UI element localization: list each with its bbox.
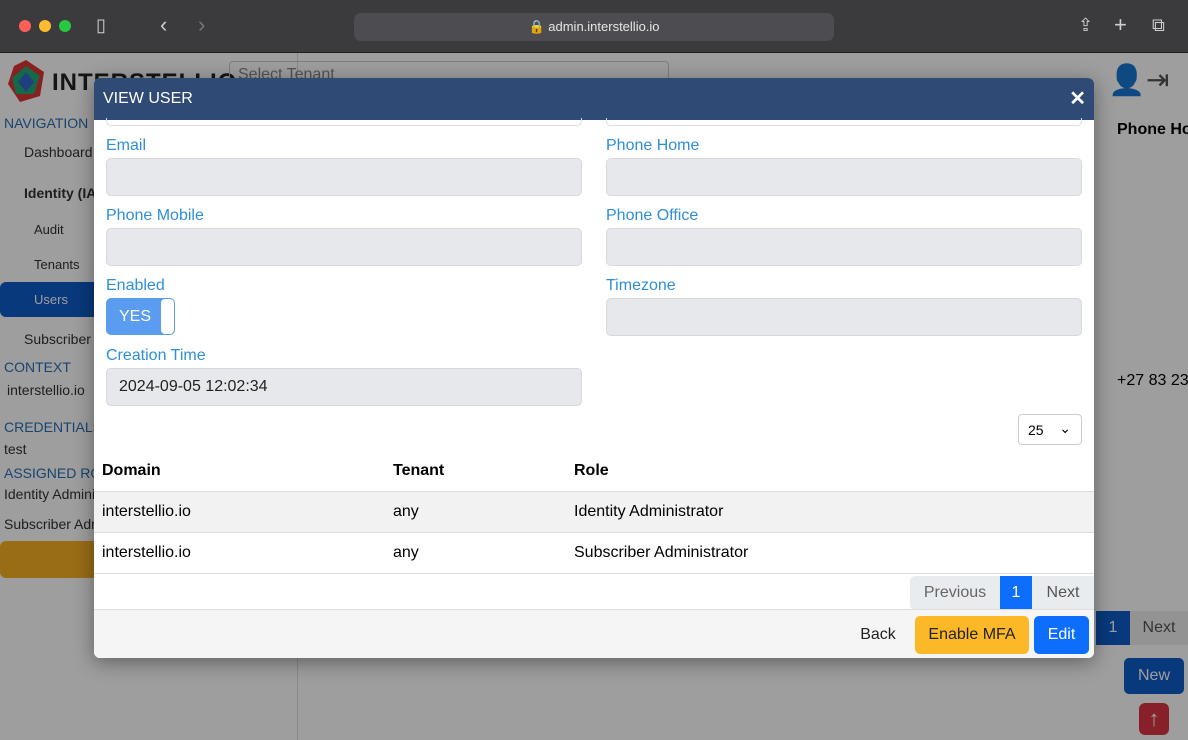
table-row[interactable]: interstellio.io any Identity Administrat… xyxy=(94,491,1094,533)
sidebar-toggle-icon[interactable]: ▯ xyxy=(96,15,106,36)
input-field-partial xyxy=(606,118,1082,126)
enabled-toggle[interactable]: YES xyxy=(106,298,175,335)
tenant-cell: any xyxy=(385,532,566,574)
enabled-label: Enabled xyxy=(106,277,165,294)
close-window-button[interactable] xyxy=(19,20,31,32)
table-row[interactable]: interstellio.io any Subscriber Administr… xyxy=(94,532,1094,574)
phone-office-field[interactable] xyxy=(606,228,1082,266)
enable-mfa-button[interactable]: Enable MFA xyxy=(915,616,1029,654)
phone-home-field[interactable] xyxy=(606,158,1082,196)
role-cell: Identity Administrator xyxy=(566,491,1094,533)
modal-footer: Back Enable MFA Edit xyxy=(94,609,1094,658)
maximize-window-button[interactable] xyxy=(59,20,71,32)
input-field-partial xyxy=(106,118,582,126)
url-text: admin.interstellio.io xyxy=(548,19,660,34)
back-button[interactable]: Back xyxy=(846,616,910,654)
chevron-down-icon: ⌄ xyxy=(1059,420,1071,436)
modal-header: VIEW USER ✕ xyxy=(94,78,1094,120)
modal-title: VIEW USER xyxy=(103,90,193,107)
table-header-row: Domain Tenant Role xyxy=(94,451,1094,492)
column-header-domain: Domain xyxy=(94,451,385,492)
page-size-value: 25 xyxy=(1028,422,1044,438)
email-field[interactable] xyxy=(106,158,582,196)
column-header-role: Role xyxy=(566,451,1094,492)
new-tab-icon[interactable]: + xyxy=(1114,12,1127,38)
domain-cell: interstellio.io xyxy=(94,532,385,574)
edit-button[interactable]: Edit xyxy=(1034,616,1089,654)
forward-nav-icon[interactable]: › xyxy=(198,12,205,38)
timezone-field[interactable] xyxy=(606,298,1082,336)
address-bar[interactable]: 🔒 admin.interstellio.io xyxy=(354,13,834,41)
previous-page-button[interactable]: Previous xyxy=(910,576,1000,610)
phone-mobile-label: Phone Mobile xyxy=(106,207,204,224)
back-nav-icon[interactable]: ‹ xyxy=(160,12,167,38)
role-cell: Subscriber Administrator xyxy=(566,532,1094,574)
creation-time-label: Creation Time xyxy=(106,347,206,364)
next-page-button[interactable]: Next xyxy=(1032,576,1094,610)
creation-time-field[interactable]: 2024-09-05 12:02:34 xyxy=(106,368,582,406)
page-1-button[interactable]: 1 xyxy=(1000,576,1032,610)
toggle-knob xyxy=(161,299,174,334)
timezone-label: Timezone xyxy=(606,277,676,294)
domain-cell: interstellio.io xyxy=(94,491,385,533)
phone-mobile-field[interactable] xyxy=(106,228,582,266)
toggle-text: YES xyxy=(119,308,152,325)
browser-toolbar: ▯ ‹ › 🔒 admin.interstellio.io ⇪ + ⧉ xyxy=(0,0,1188,53)
email-label: Email xyxy=(106,137,147,154)
close-icon[interactable]: ✕ xyxy=(1069,78,1086,120)
phone-office-label: Phone Office xyxy=(606,207,699,224)
roles-table: Domain Tenant Role interstellio.io any I… xyxy=(94,451,1094,574)
phone-home-label: Phone Home xyxy=(606,137,700,154)
tenant-cell: any xyxy=(385,491,566,533)
share-icon[interactable]: ⇪ xyxy=(1078,15,1093,36)
view-user-modal: VIEW USER ✕ Email Phone Home Phone Mobil… xyxy=(94,78,1094,658)
page-size-select[interactable]: 25 ⌄ xyxy=(1018,414,1082,445)
minimize-window-button[interactable] xyxy=(39,20,51,32)
tabs-overview-icon[interactable]: ⧉ xyxy=(1152,15,1165,36)
column-header-tenant: Tenant xyxy=(385,451,566,492)
